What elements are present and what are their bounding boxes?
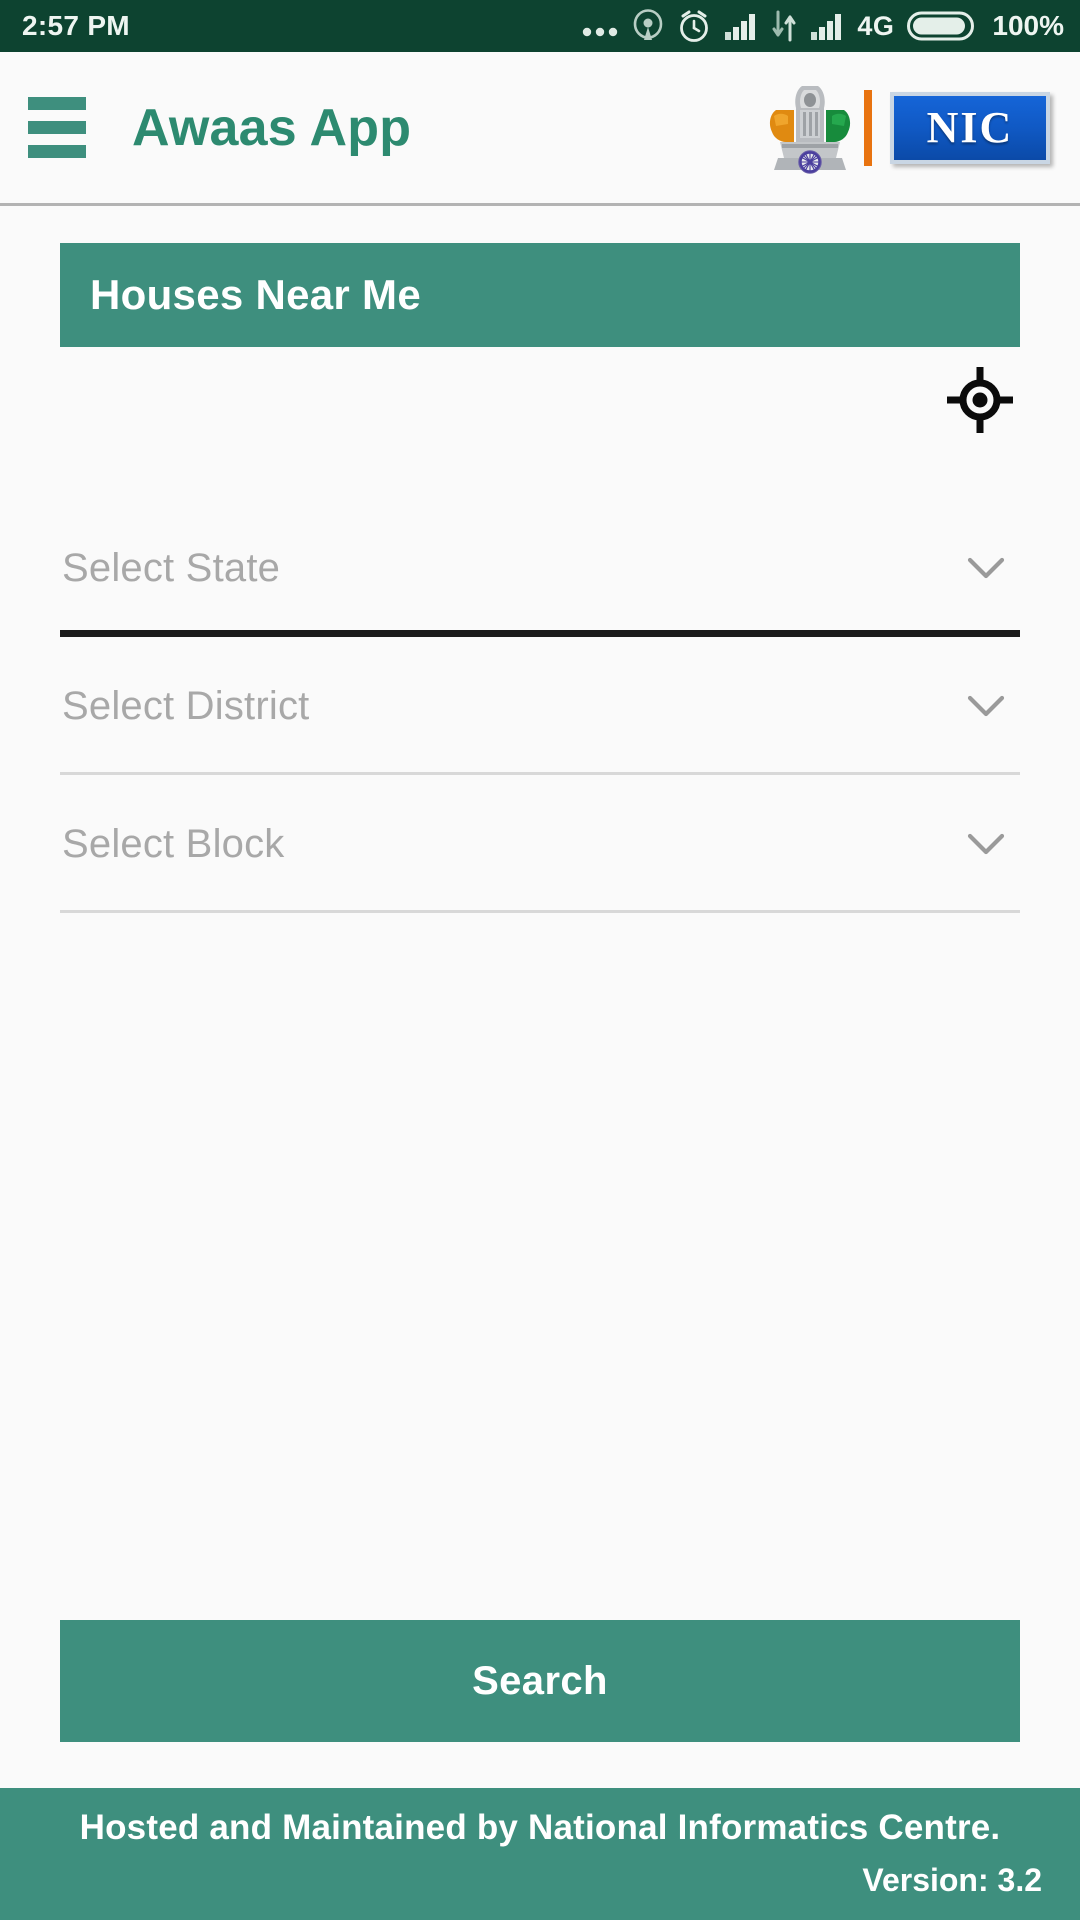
nic-logo-text: NIC [926,103,1014,152]
app-title: Awaas App [132,98,412,157]
select-state-label: Select State [62,545,281,590]
my-location-crosshair-icon[interactable] [942,362,1018,438]
footer: Hosted and Maintained by National Inform… [0,1788,1080,1920]
chevron-down-icon [966,555,1006,581]
more-dots-icon [581,12,619,40]
main-content: Houses Near Me Select State Select Distr… [0,206,1080,1788]
footer-hosted-text: Hosted and Maintained by National Inform… [79,1808,1001,1847]
network-type-label: 4G [857,10,895,41]
select-state-dropdown[interactable]: Select State [60,499,1020,637]
page-title: Houses Near Me [90,271,421,318]
hamburger-menu-icon[interactable] [28,96,90,159]
select-district-label: Select District [62,683,310,728]
battery-icon [907,10,977,42]
location-filter-fields: Select State Select District Select Bloc… [60,499,1020,913]
chevron-down-icon [966,831,1006,857]
search-button[interactable]: Search [60,1620,1020,1742]
bottom-gap [60,1742,1020,1788]
brand-divider [864,89,872,166]
select-block-label: Select Block [62,821,285,866]
hamburger-bar [28,96,86,110]
status-bar: 2:57 PM 4G 100% [0,0,1080,52]
alarm-clock-icon [677,8,711,44]
app-root: 2:57 PM 4G 100% Awaas App NIC Houses Nea… [0,0,1080,1920]
status-bar-clock: 2:57 PM [22,10,130,41]
field-underline [60,910,1020,913]
locate-row [60,347,1020,453]
signal-bars-icon [810,11,844,41]
nic-logo: NIC [890,91,1050,164]
select-block-dropdown[interactable]: Select Block [60,775,1020,913]
hamburger-bar [28,120,86,135]
app-bar: Awaas App NIC [0,52,1080,206]
hamburger-bar [28,145,86,159]
signal-bars-icon [724,11,758,41]
section-banner: Houses Near Me [60,243,1020,347]
cast-icon [632,9,664,43]
chevron-down-icon [966,693,1006,719]
battery-percent-label: 100% [992,10,1064,41]
data-transfer-icon [771,10,797,42]
search-button-label: Search [472,1658,608,1703]
field-underline [60,630,1020,637]
status-bar-icons: 4G 100% [581,8,1064,44]
brand-logos: NIC [764,80,1050,176]
india-national-emblem-icon [769,85,851,174]
footer-version-text: Version: 3.2 [862,1862,1042,1898]
select-district-dropdown[interactable]: Select District [60,637,1020,775]
